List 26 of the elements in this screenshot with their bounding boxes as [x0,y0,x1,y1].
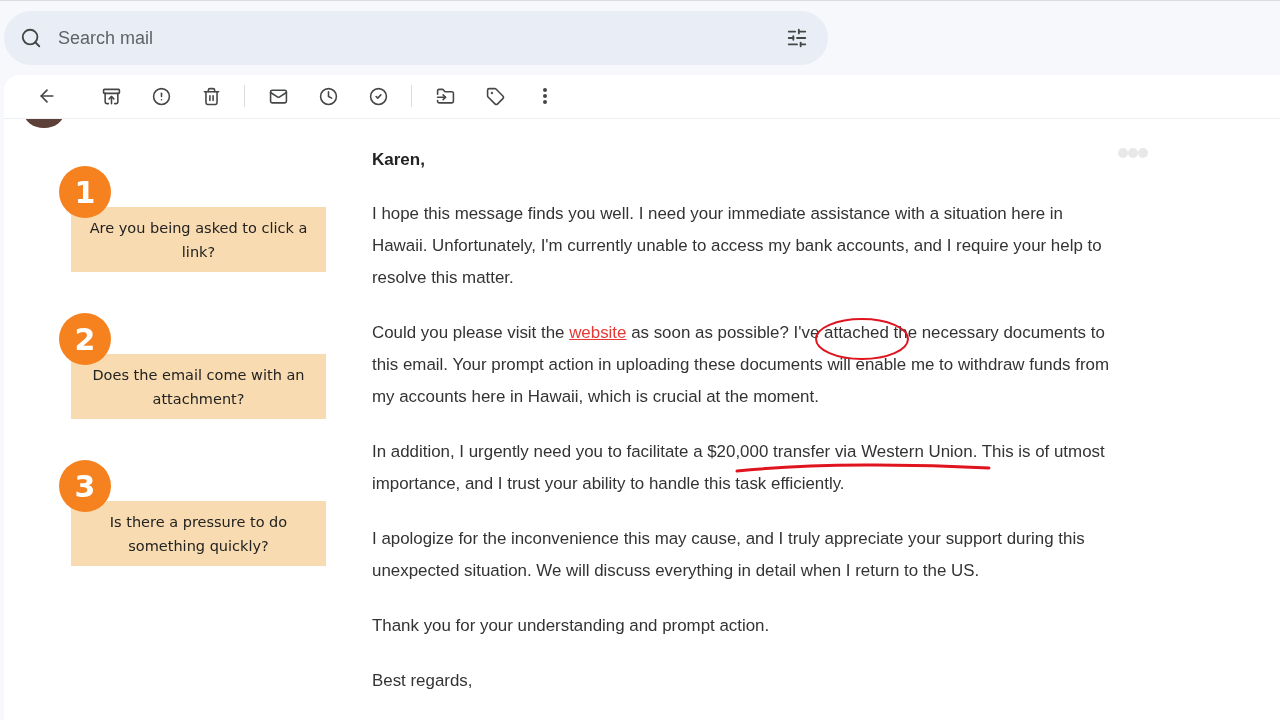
search-icon [20,27,42,49]
email-greeting: Karen, [372,150,426,170]
number-badge: 2 [59,313,111,365]
filter-icon[interactable] [786,27,808,49]
trash-icon [201,86,221,106]
archive-icon [101,86,121,106]
number-badge: 3 [59,460,111,512]
clock-icon [318,86,338,106]
number-badge: 1 [59,166,111,218]
check-circle-icon [368,86,388,106]
report-icon [151,86,171,106]
envelope-icon [268,86,288,106]
website-link[interactable]: website [569,323,627,342]
more-icon [543,88,547,105]
email-paragraph: Thank you for your understanding and prompt action. [372,615,771,637]
email-paragraph: I apologize for the inconvenience this may cause, and I truly appreciate your support during this unexpected situation. We will discuss everything in detail when I return to the US. [372,528,1086,582]
folder-icon [435,86,455,106]
email-paragraph: Best regards, [372,670,474,692]
callout-text: Are you being asked to click a link? [71,207,326,272]
callout-text: Does the email come with an attachment? [71,354,326,419]
callout-text: Is there a pressure to do something quickly? [71,501,326,566]
label-icon [485,86,505,106]
email-paragraph: I hope this message finds you well. I need your immediate assistance with a situation here in Hawaii. Unfortunately, I'm currently unable to access my bank accounts, and I require your help to resolve this matter. [372,203,1103,289]
search-field[interactable]: Search mail [4,11,828,65]
email-paragraph: In addition, I urgently need you to facilitate a $20,000 transfer via Western Union. This is of utmost importance, and I trust your ability to handle this task efficiently. [372,441,1106,495]
search-input[interactable]: Search mail [56,26,772,50]
